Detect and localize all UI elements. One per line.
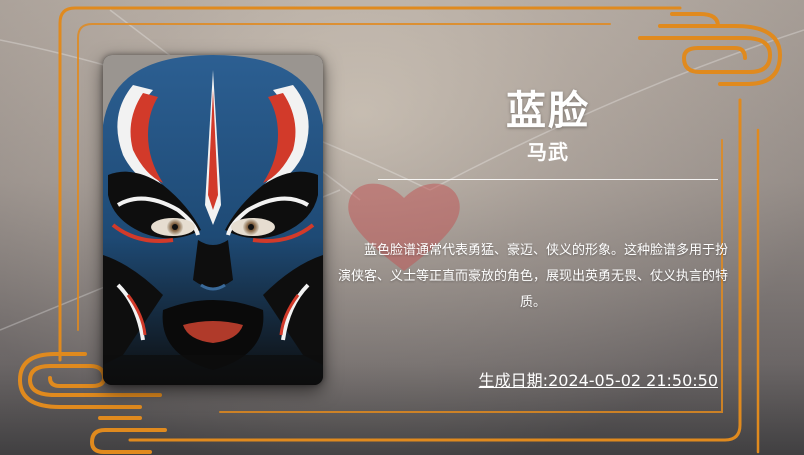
divider xyxy=(378,179,718,180)
page-title: 蓝脸 xyxy=(506,88,590,134)
description-text: 蓝色脸谱通常代表勇猛、豪迈、侠义的形象。这种脸谱多用于扮演侠客、义士等正直而豪放… xyxy=(337,243,728,310)
mask-image xyxy=(103,55,323,385)
generated-date-link[interactable]: 生成日期:2024-05-02 21:50:50 xyxy=(479,367,718,391)
character-name: 马武 xyxy=(527,140,569,164)
opera-mask-card: 蓝脸 马武 蓝色脸谱通常代表勇猛、豪迈、侠义的形象。这种脸谱多用于扮演侠客、义士… xyxy=(0,0,804,455)
